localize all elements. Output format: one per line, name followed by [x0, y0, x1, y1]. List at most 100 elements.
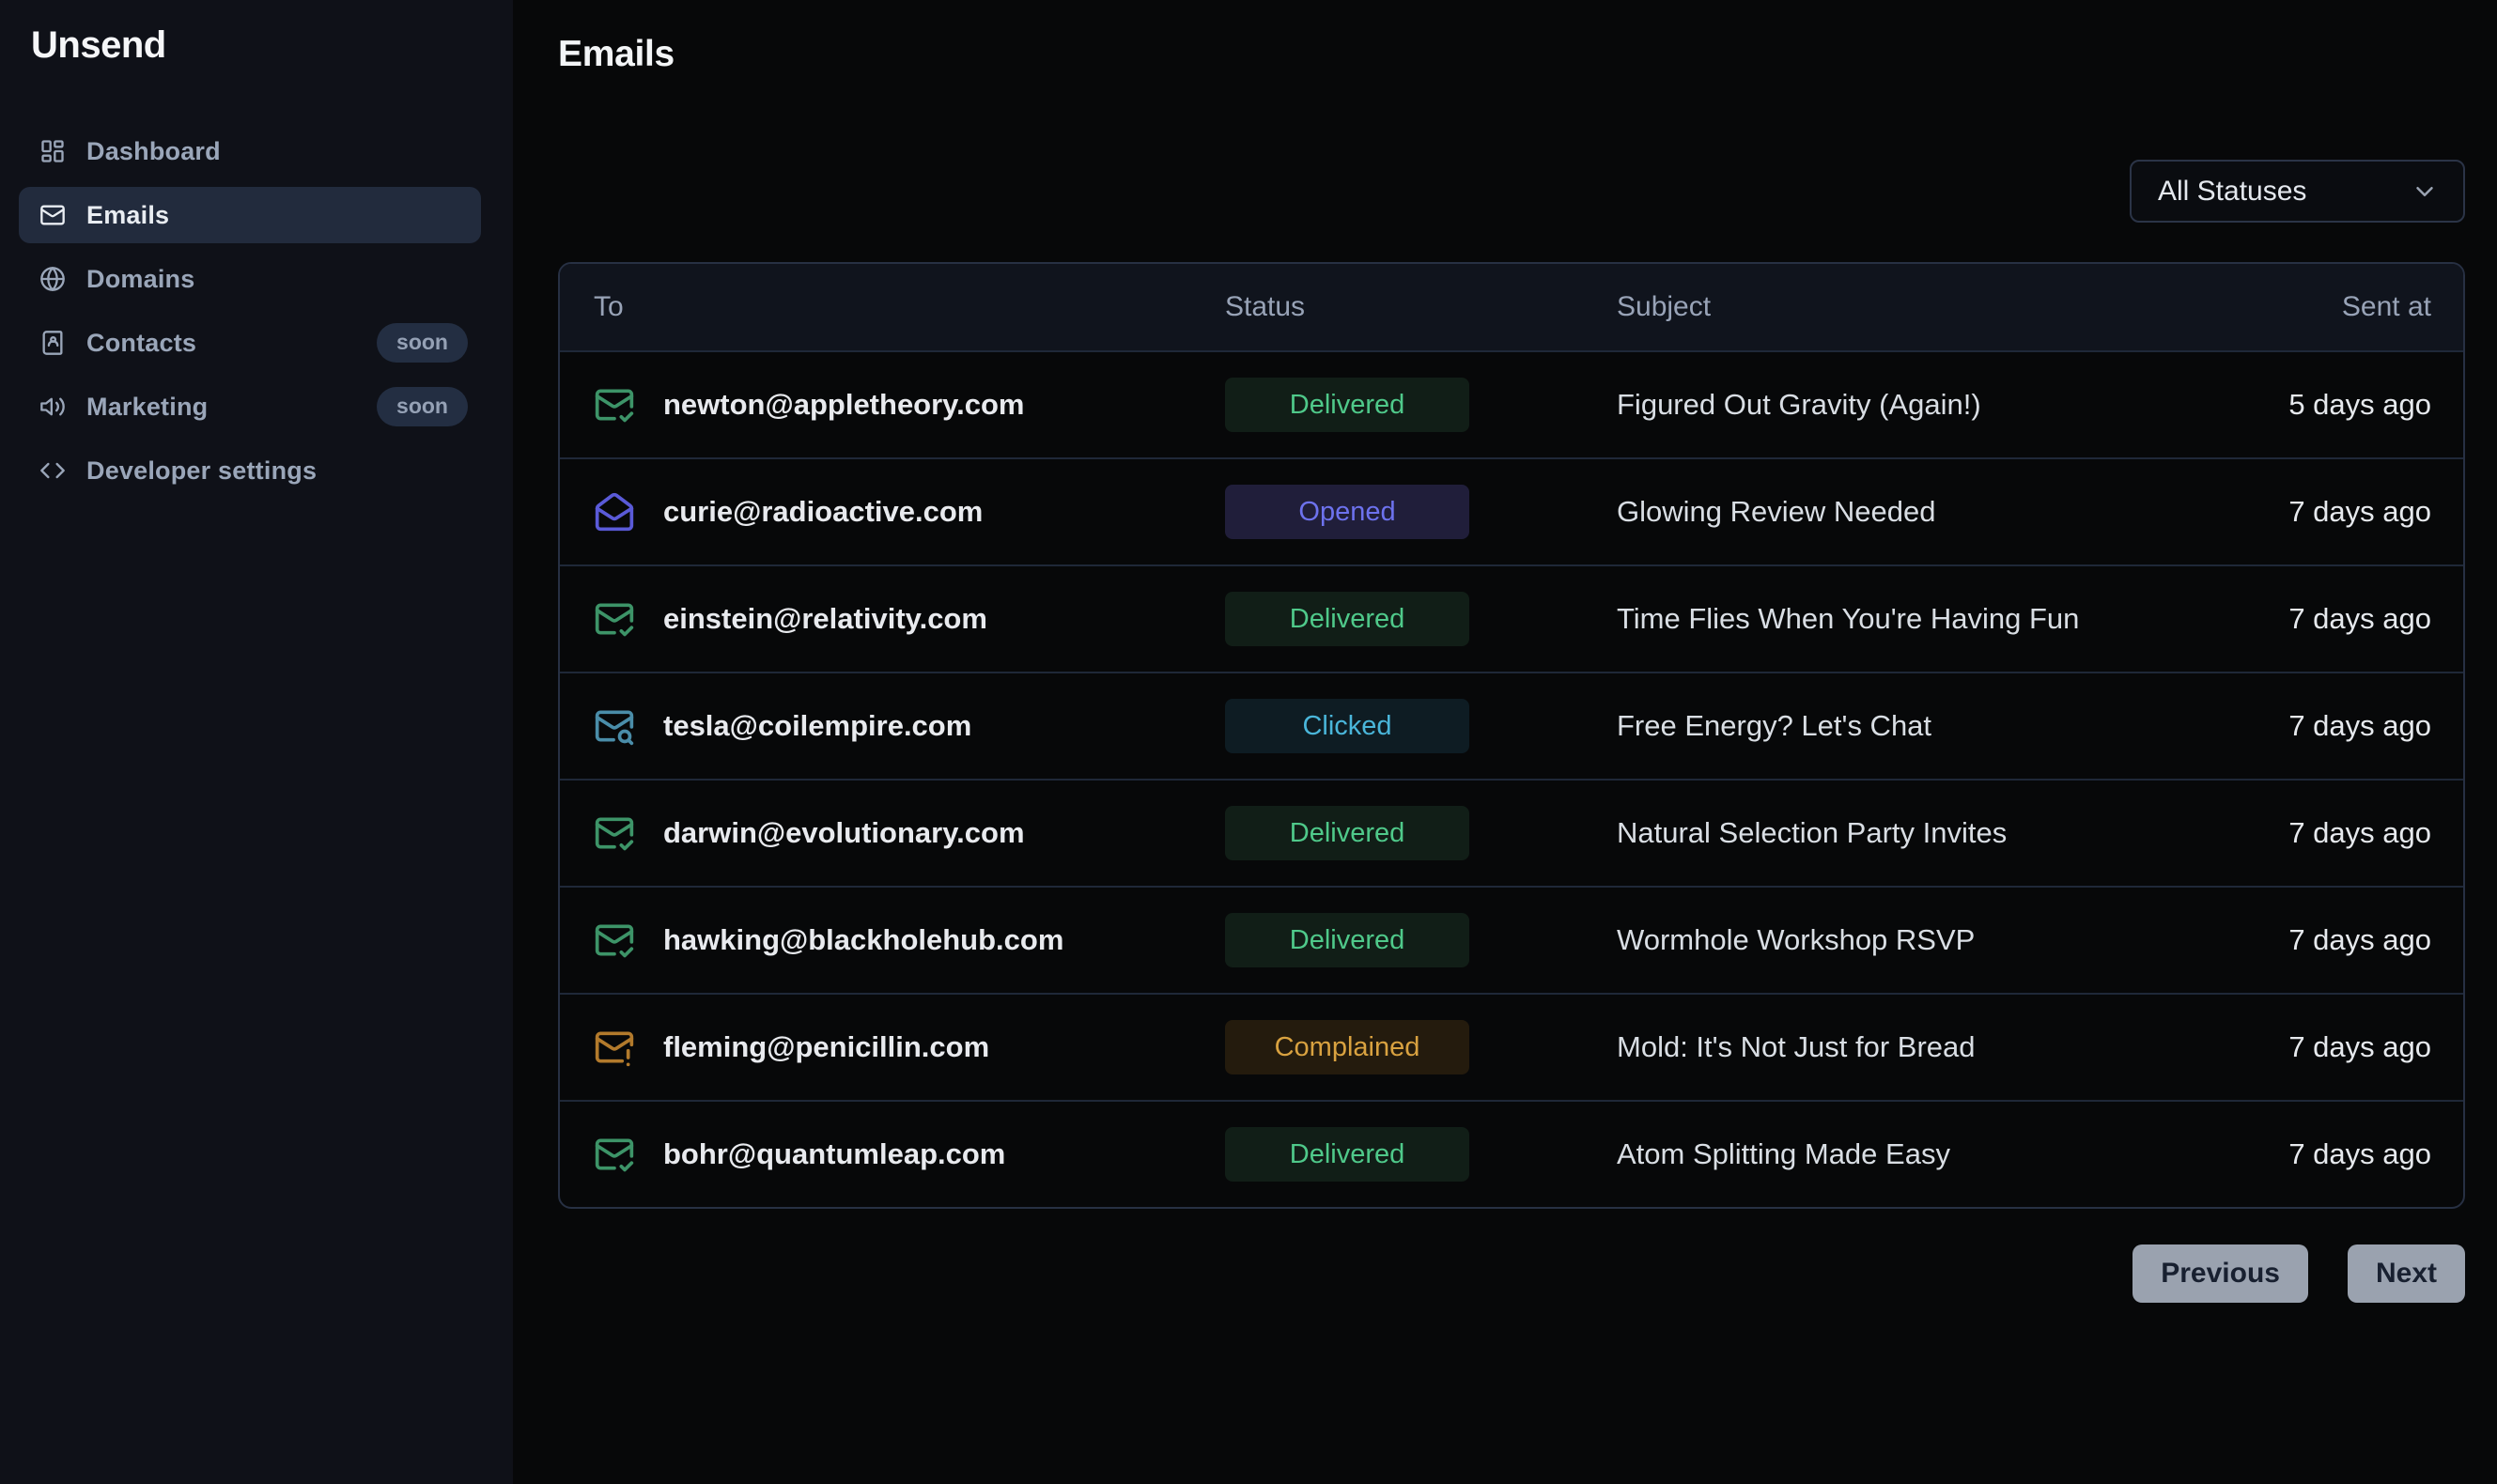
status-badge: Opened	[1225, 485, 1469, 539]
chevron-down-icon	[2411, 178, 2439, 206]
next-button[interactable]: Next	[2348, 1244, 2465, 1303]
recipient-cell: fleming@penicillin.com	[594, 1027, 1225, 1068]
emails-table: To Status Subject Sent at newton@appleth…	[558, 262, 2465, 1209]
recipient-email: fleming@penicillin.com	[663, 1030, 989, 1064]
table-header: To Status Subject Sent at	[560, 264, 2463, 350]
mail-icon	[39, 202, 66, 228]
subject-cell: Time Flies When You're Having Fun	[1617, 602, 2131, 636]
table-row[interactable]: tesla@coilempire.com Clicked Free Energy? …	[560, 672, 2463, 779]
mail-check-icon	[594, 384, 635, 425]
status-badge: Delivered	[1225, 806, 1469, 860]
recipient-cell: einstein@relativity.com	[594, 598, 1225, 640]
pagination: Previous Next	[558, 1244, 2465, 1303]
page-title: Emails	[558, 34, 2465, 75]
recipient-cell: curie@radioactive.com	[594, 491, 1225, 533]
recipient-cell: bohr@quantumleap.com	[594, 1134, 1225, 1175]
column-header-status: Status	[1225, 291, 1617, 323]
soon-badge: soon	[377, 323, 468, 363]
mail-check-icon	[594, 598, 635, 640]
globe-icon	[39, 266, 66, 292]
mail-search-icon	[594, 705, 635, 747]
status-badge: Delivered	[1225, 1127, 1469, 1182]
sidebar-item-dashboard[interactable]: Dashboard	[19, 123, 481, 179]
sent-at-cell: 7 days ago	[2131, 602, 2431, 636]
sidebar-item-label: Contacts	[86, 329, 196, 358]
sidebar-item-developer-settings[interactable]: Developer settings	[19, 442, 481, 499]
subject-cell: Glowing Review Needed	[1617, 495, 2131, 529]
status-badge: Clicked	[1225, 699, 1469, 753]
sidebar-item-label: Developer settings	[86, 456, 317, 486]
status-cell: Delivered	[1225, 806, 1617, 860]
recipient-email: newton@appletheory.com	[663, 388, 1024, 422]
table-row[interactable]: darwin@evolutionary.com Delivered Natural …	[560, 779, 2463, 886]
mail-check-icon	[594, 1134, 635, 1175]
recipient-email: darwin@evolutionary.com	[663, 816, 1025, 850]
recipient-email: hawking@blackholehub.com	[663, 923, 1063, 957]
sidebar-item-marketing[interactable]: Marketing soon	[19, 379, 481, 435]
sidebar-item-label: Emails	[86, 201, 169, 230]
sent-at-cell: 7 days ago	[2131, 1137, 2431, 1171]
sidebar-item-label: Marketing	[86, 393, 208, 422]
subject-cell: Mold: It's Not Just for Bread	[1617, 1030, 2131, 1064]
status-cell: Opened	[1225, 485, 1617, 539]
status-cell: Delivered	[1225, 592, 1617, 646]
sent-at-cell: 7 days ago	[2131, 923, 2431, 957]
sidebar-item-contacts[interactable]: Contacts soon	[19, 315, 481, 371]
dashboard-icon	[39, 138, 66, 164]
sidebar-item-label: Dashboard	[86, 137, 221, 166]
sidebar-nav: DashboardEmailsDomainsContactssoonMarket…	[19, 123, 481, 499]
subject-cell: Natural Selection Party Invites	[1617, 816, 2131, 850]
status-cell: Delivered	[1225, 913, 1617, 967]
subject-cell: Atom Splitting Made Easy	[1617, 1137, 2131, 1171]
sidebar-item-domains[interactable]: Domains	[19, 251, 481, 307]
column-header-sent-at: Sent at	[2131, 291, 2431, 323]
app-logo: Unsend	[19, 24, 481, 67]
subject-cell: Wormhole Workshop RSVP	[1617, 923, 2131, 957]
soon-badge: soon	[377, 387, 468, 426]
toolbar: All Statuses	[558, 160, 2465, 223]
mail-check-icon	[594, 920, 635, 961]
status-cell: Delivered	[1225, 1127, 1617, 1182]
app-root: Unsend Dashboard Emails Domains Contacts soo…	[0, 0, 2497, 1484]
table-row[interactable]: bohr@quantumleap.com Delivered Atom Splitt…	[560, 1100, 2463, 1207]
recipient-email: bohr@quantumleap.com	[663, 1137, 1005, 1171]
recipient-email: einstein@relativity.com	[663, 602, 987, 636]
sent-at-cell: 7 days ago	[2131, 495, 2431, 529]
status-badge: Delivered	[1225, 378, 1469, 432]
column-header-subject: Subject	[1617, 291, 2131, 323]
status-badge: Delivered	[1225, 913, 1469, 967]
code-icon	[39, 457, 66, 484]
sent-at-cell: 7 days ago	[2131, 816, 2431, 850]
subject-cell: Free Energy? Let's Chat	[1617, 709, 2131, 743]
contact-book-icon	[39, 330, 66, 356]
status-cell: Complained	[1225, 1020, 1617, 1074]
recipient-email: curie@radioactive.com	[663, 495, 983, 529]
table-row[interactable]: curie@radioactive.com Opened Glowing Revie…	[560, 457, 2463, 564]
previous-button[interactable]: Previous	[2133, 1244, 2308, 1303]
table-body: newton@appletheory.com Delivered Figured O…	[560, 350, 2463, 1207]
status-cell: Clicked	[1225, 699, 1617, 753]
status-filter-value: All Statuses	[2158, 176, 2306, 208]
sidebar: Unsend Dashboard Emails Domains Contacts soo…	[0, 0, 513, 1484]
table-row[interactable]: fleming@penicillin.com Complained Mold: It…	[560, 993, 2463, 1100]
mail-check-icon	[594, 812, 635, 854]
mail-open-icon	[594, 491, 635, 533]
table-row[interactable]: newton@appletheory.com Delivered Figured O…	[560, 350, 2463, 457]
table-row[interactable]: hawking@blackholehub.com Delivered Wormhol…	[560, 886, 2463, 993]
sent-at-cell: 7 days ago	[2131, 1030, 2431, 1064]
sidebar-item-label: Domains	[86, 265, 194, 294]
table-row[interactable]: einstein@relativity.com Delivered Time Fli…	[560, 564, 2463, 672]
main-content: Emails All Statuses To Status Subject Se…	[513, 0, 2497, 1484]
status-badge: Complained	[1225, 1020, 1469, 1074]
recipient-cell: darwin@evolutionary.com	[594, 812, 1225, 854]
mail-warning-icon	[594, 1027, 635, 1068]
sidebar-item-emails[interactable]: Emails	[19, 187, 481, 243]
subject-cell: Figured Out Gravity (Again!)	[1617, 388, 2131, 422]
column-header-to: To	[594, 291, 1225, 323]
sent-at-cell: 5 days ago	[2131, 388, 2431, 422]
status-badge: Delivered	[1225, 592, 1469, 646]
status-cell: Delivered	[1225, 378, 1617, 432]
status-filter-dropdown[interactable]: All Statuses	[2130, 160, 2465, 223]
recipient-email: tesla@coilempire.com	[663, 709, 971, 743]
speaker-icon	[39, 394, 66, 420]
